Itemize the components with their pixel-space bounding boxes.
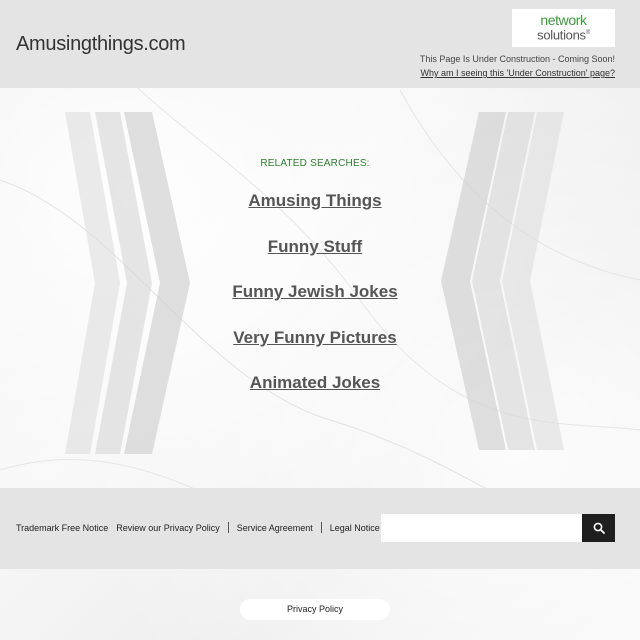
legal-notice-link[interactable]: Legal Notice xyxy=(330,523,380,533)
search-button[interactable] xyxy=(582,514,615,542)
privacy-review-link[interactable]: Review our Privacy Policy xyxy=(116,523,220,533)
footer-divider xyxy=(227,522,229,533)
logo-line1: network xyxy=(540,12,587,29)
search-input[interactable] xyxy=(381,514,582,542)
related-link-animated-jokes[interactable]: Animated Jokes xyxy=(0,370,630,416)
related-link-very-funny-pictures[interactable]: Very Funny Pictures xyxy=(0,325,630,371)
footer-links: Trademark Free Notice Review our Privacy… xyxy=(16,522,380,533)
related-links: Amusing Things Funny Stuff Funny Jewish … xyxy=(0,188,630,416)
search-icon xyxy=(593,522,605,534)
trademark-link[interactable]: Trademark Free Notice xyxy=(16,523,108,533)
related-link-amusing-things[interactable]: Amusing Things xyxy=(0,188,630,234)
construction-notice: This Page Is Under Construction - Coming… xyxy=(419,54,615,64)
related-link-funny-jewish-jokes[interactable]: Funny Jewish Jokes xyxy=(0,279,630,325)
logo-line2-wrap: solutions® xyxy=(537,27,590,43)
service-agreement-link[interactable]: Service Agreement xyxy=(237,523,313,533)
header: Amusingthings.com network solutions® Thi… xyxy=(0,0,640,88)
logo-line2: solutions xyxy=(537,27,586,43)
why-construction-link[interactable]: Why am I seeing this 'Under Construction… xyxy=(420,68,615,78)
related-link-funny-stuff[interactable]: Funny Stuff xyxy=(0,234,630,280)
network-solutions-logo[interactable]: network solutions® xyxy=(512,9,615,47)
privacy-policy-link[interactable]: Privacy Policy xyxy=(240,599,390,620)
logo-mark: ® xyxy=(585,30,590,37)
related-searches-label: RELATED SEARCHES: xyxy=(260,158,370,169)
footer-divider xyxy=(320,522,322,533)
site-title: Amusingthings.com xyxy=(16,33,186,55)
